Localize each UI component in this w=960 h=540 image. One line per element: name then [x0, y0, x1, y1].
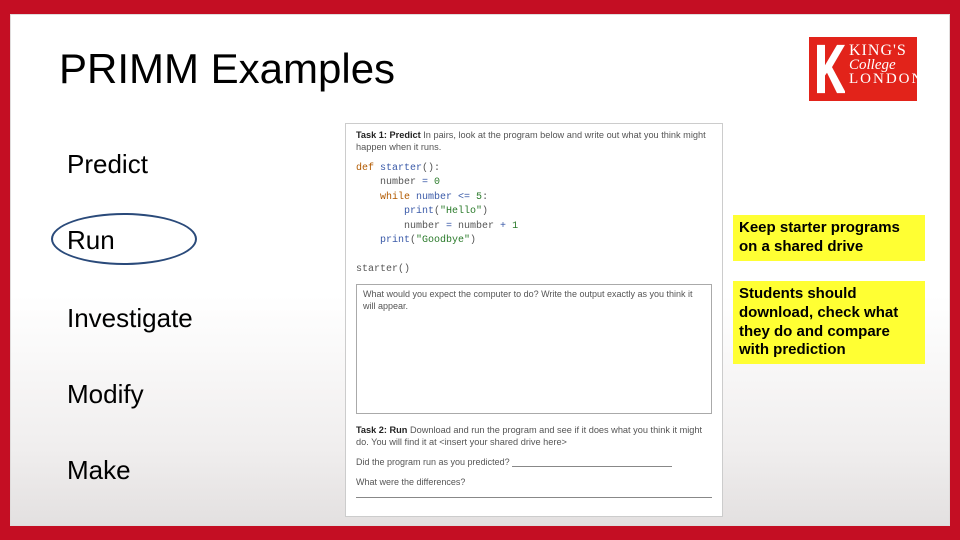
logo-text: KING'S College LONDON — [849, 43, 911, 87]
kcl-logo: KING'S College LONDON — [807, 35, 919, 103]
note-shared-drive: Keep starter programs on a shared drive — [733, 215, 925, 261]
predict-answer-box: What would you expect the computer to do… — [356, 284, 712, 414]
note-download-compare: Students should download, check what the… — [733, 281, 925, 364]
stage-modify: Modify — [67, 379, 144, 410]
stage-predict: Predict — [67, 149, 148, 180]
qbox-text: What would you expect the computer to do… — [363, 289, 693, 311]
worksheet-image: Task 1: Predict In pairs, look at the pr… — [345, 123, 723, 517]
task1-heading: Task 1: Predict In pairs, look at the pr… — [356, 130, 712, 154]
blank-line — [512, 458, 672, 467]
task2-label: Task 2: Run — [356, 425, 407, 435]
question-predicted: Did the program run as you predicted? — [356, 457, 712, 467]
question-differences: What were the differences? — [356, 477, 712, 498]
task2-text: Download and run the program and see if … — [356, 425, 702, 447]
stage-investigate: Investigate — [67, 303, 193, 334]
logo-k-icon — [815, 43, 845, 95]
stage-make: Make — [67, 455, 131, 486]
slide-title: PRIMM Examples — [59, 45, 395, 93]
logo-line3: LONDON — [849, 72, 911, 87]
task1-label: Task 1: Predict — [356, 130, 421, 140]
stage-run: Run — [67, 225, 115, 256]
slide-inner: PRIMM Examples KING'S College LONDON Pre… — [10, 14, 950, 526]
slide-root: PRIMM Examples KING'S College LONDON Pre… — [0, 0, 960, 540]
task2-heading: Task 2: Run Download and run the program… — [356, 424, 712, 449]
code-block: def starter(): number = 0 while number <… — [356, 162, 712, 278]
blank-line — [356, 489, 712, 498]
